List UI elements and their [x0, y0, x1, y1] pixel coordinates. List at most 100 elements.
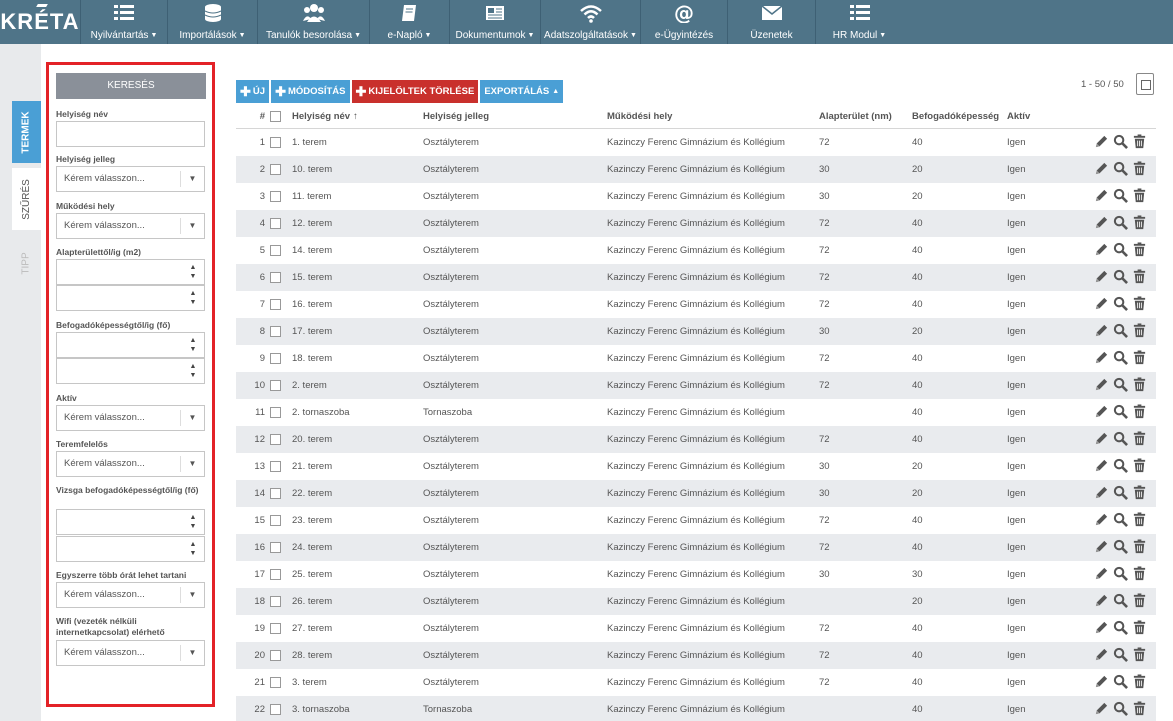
edit-pencil-icon[interactable] [1094, 215, 1109, 233]
nav-item-4[interactable]: Dokumentumok ▼ [449, 0, 540, 44]
row-checkbox[interactable] [270, 291, 282, 318]
room-name[interactable]: 16. terem [292, 291, 332, 318]
wifi-select[interactable]: Kérem válasszon... ▼ [56, 640, 205, 666]
search-icon[interactable] [1113, 242, 1128, 260]
room-name[interactable]: 14. terem [292, 237, 332, 264]
table-row[interactable]: 21 3. terem Osztályterem Kazinczy Ferenc Gi… [236, 669, 1156, 696]
edit-pencil-icon[interactable] [1094, 620, 1109, 638]
edit-pencil-icon[interactable] [1094, 647, 1109, 665]
row-checkbox[interactable] [270, 480, 282, 507]
trash-icon[interactable] [1132, 457, 1147, 476]
row-checkbox[interactable] [270, 237, 282, 264]
room-name[interactable]: 23. terem [292, 507, 332, 534]
row-checkbox[interactable] [270, 183, 282, 210]
trash-icon[interactable] [1132, 646, 1147, 665]
edit-pencil-icon[interactable] [1094, 242, 1109, 260]
aktiv-select[interactable]: Kérem válasszon... ▼ [56, 405, 205, 431]
spinner-arrows-icon[interactable]: ▲ ▼ [182, 286, 204, 310]
row-checkbox[interactable] [270, 561, 282, 588]
room-name[interactable]: 3. terem [292, 669, 327, 696]
export-button[interactable]: EXPORTÁLÁS ▲ [480, 80, 564, 103]
edit-pencil-icon[interactable] [1094, 134, 1109, 152]
nav-item-7[interactable]: Üzenetek [727, 0, 815, 44]
nav-item-8[interactable]: HR Modul ▼ [815, 0, 903, 44]
room-name[interactable]: 15. terem [292, 264, 332, 291]
table-row[interactable]: 7 16. terem Osztályterem Kazinczy Ferenc Gi… [236, 291, 1156, 318]
search-icon[interactable] [1113, 674, 1128, 692]
row-checkbox[interactable] [270, 156, 282, 183]
spinner-arrows-icon[interactable]: ▲ ▼ [182, 537, 204, 561]
edit-pencil-icon[interactable] [1094, 512, 1109, 530]
nav-item-3[interactable]: e-Napló ▼ [369, 0, 449, 44]
befogadokepesseg-from-input[interactable]: ▲ ▼ [56, 332, 205, 358]
trash-icon[interactable] [1132, 565, 1147, 584]
search-icon[interactable] [1113, 620, 1128, 638]
alapterulet-to-input[interactable]: ▲ ▼ [56, 285, 205, 311]
room-name[interactable]: 11. terem [292, 183, 331, 210]
row-checkbox[interactable] [270, 615, 282, 642]
nav-item-1[interactable]: Importálások ▼ [167, 0, 257, 44]
header-hely[interactable]: Működési hely [607, 105, 672, 128]
trash-icon[interactable] [1132, 214, 1147, 233]
delete-selected-button[interactable]: ✚ KIJELÖLTEK TÖRLÉSE [351, 80, 479, 103]
search-icon[interactable] [1113, 485, 1128, 503]
header-terulet[interactable]: Alapterület (nm) [819, 105, 892, 128]
room-name[interactable]: 18. terem [292, 345, 332, 372]
room-name[interactable]: 25. terem [292, 561, 332, 588]
room-name[interactable]: 2. terem [292, 372, 327, 399]
trash-icon[interactable] [1132, 484, 1147, 503]
spinner-arrows-icon[interactable]: ▲ ▼ [182, 260, 204, 284]
tab-szures[interactable]: SZŰRÉS [12, 168, 41, 230]
room-name[interactable]: 17. terem [292, 318, 332, 345]
header-befogado[interactable]: Befogadóképesség [912, 105, 999, 128]
room-name[interactable]: 28. terem [292, 642, 332, 669]
table-row[interactable]: 14 22. terem Osztályterem Kazinczy Ferenc G… [236, 480, 1156, 507]
table-row[interactable]: 16 24. terem Osztályterem Kazinczy Ferenc G… [236, 534, 1156, 561]
table-row[interactable]: 12 20. terem Osztályterem Kazinczy Ferenc G… [236, 426, 1156, 453]
header-jelleg[interactable]: Helyiség jelleg [423, 105, 489, 128]
table-row[interactable]: 15 23. terem Osztályterem Kazinczy Ferenc G… [236, 507, 1156, 534]
table-row[interactable]: 8 17. terem Osztályterem Kazinczy Ferenc Gi… [236, 318, 1156, 345]
row-checkbox[interactable] [270, 507, 282, 534]
room-name[interactable]: 12. terem [292, 210, 332, 237]
search-icon[interactable] [1113, 188, 1128, 206]
search-icon[interactable] [1113, 539, 1128, 557]
edit-pencil-icon[interactable] [1094, 161, 1109, 179]
spinner-arrows-icon[interactable]: ▲ ▼ [182, 510, 204, 534]
search-icon[interactable] [1113, 512, 1128, 530]
row-checkbox[interactable] [270, 453, 282, 480]
row-checkbox[interactable] [270, 696, 282, 721]
nav-item-0[interactable]: Nyilvántartás ▼ [80, 0, 167, 44]
vizsga-from-input[interactable]: ▲ ▼ [56, 509, 205, 535]
tab-tipp[interactable]: TIPP [12, 232, 41, 294]
row-checkbox[interactable] [270, 642, 282, 669]
search-icon[interactable] [1113, 134, 1128, 152]
search-icon[interactable] [1113, 215, 1128, 233]
room-name[interactable]: 2. tornaszoba [292, 399, 350, 426]
row-checkbox[interactable] [270, 426, 282, 453]
export-file-icon[interactable] [1136, 73, 1154, 95]
trash-icon[interactable] [1132, 133, 1147, 152]
trash-icon[interactable] [1132, 430, 1147, 449]
room-name[interactable]: 27. terem [292, 615, 332, 642]
trash-icon[interactable] [1132, 160, 1147, 179]
row-checkbox[interactable] [270, 129, 282, 156]
room-name[interactable]: 26. terem [292, 588, 332, 615]
room-name[interactable]: 24. terem [292, 534, 332, 561]
table-row[interactable]: 13 21. terem Osztályterem Kazinczy Ferenc G… [236, 453, 1156, 480]
kreta-logo[interactable]: KRÉTA [0, 0, 80, 44]
table-row[interactable]: 5 14. terem Osztályterem Kazinczy Ferenc Gi… [236, 237, 1156, 264]
edit-pencil-icon[interactable] [1094, 377, 1109, 395]
table-row[interactable]: 10 2. terem Osztályterem Kazinczy Ferenc Gi… [236, 372, 1156, 399]
edit-pencil-icon[interactable] [1094, 431, 1109, 449]
nav-item-5[interactable]: Adatszolgáltatások ▼ [540, 0, 640, 44]
table-row[interactable]: 18 26. terem Osztályterem Kazinczy Ferenc G… [236, 588, 1156, 615]
edit-pencil-icon[interactable] [1094, 566, 1109, 584]
row-checkbox[interactable] [270, 534, 282, 561]
new-button[interactable]: ✚ ÚJ [236, 80, 270, 103]
search-icon[interactable] [1113, 350, 1128, 368]
edit-pencil-icon[interactable] [1094, 188, 1109, 206]
edit-pencil-icon[interactable] [1094, 404, 1109, 422]
edit-pencil-icon[interactable] [1094, 701, 1109, 719]
edit-pencil-icon[interactable] [1094, 323, 1109, 341]
